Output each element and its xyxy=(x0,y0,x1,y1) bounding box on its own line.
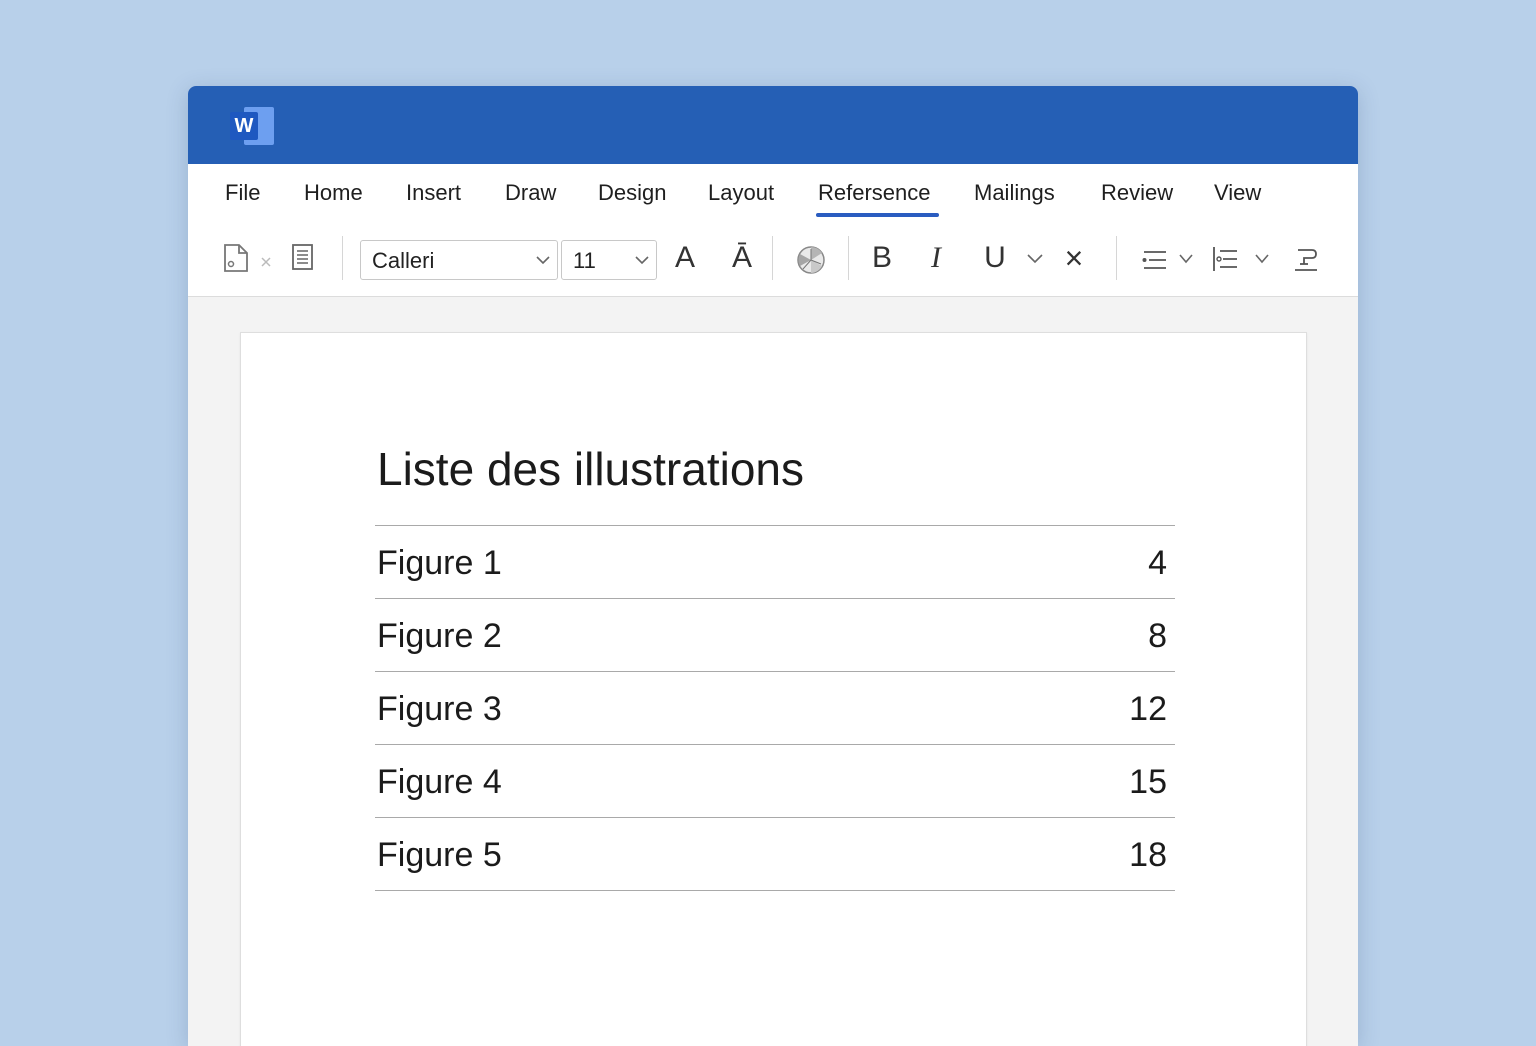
toc-entry[interactable]: Figure 5 18 xyxy=(375,818,1175,891)
toc-entry[interactable]: Figure 4 15 xyxy=(375,745,1175,818)
font-name-value: Calleri xyxy=(372,248,435,273)
close-small-icon[interactable] xyxy=(260,256,272,268)
tab-design[interactable]: Design xyxy=(598,180,666,206)
toc-entry-page: 12 xyxy=(1129,690,1167,728)
toc-entry[interactable]: Figure 2 8 xyxy=(375,599,1175,672)
underline-button[interactable]: U xyxy=(982,238,1008,278)
chevron-down-icon[interactable] xyxy=(1026,252,1044,266)
toolbar-separator xyxy=(342,236,343,280)
word-window: W File Home Insert Draw Design Layout Re… xyxy=(188,86,1358,1046)
word-logo-icon: W xyxy=(230,107,274,145)
numbered-list-icon[interactable] xyxy=(1210,244,1240,274)
tab-layout[interactable]: Layout xyxy=(708,180,774,206)
title-bar: W xyxy=(188,86,1358,164)
toc-entry-page: 15 xyxy=(1129,763,1167,801)
toolbar-separator xyxy=(1116,236,1117,280)
new-page-icon[interactable] xyxy=(221,242,251,274)
toc-entry-page: 8 xyxy=(1148,617,1167,655)
ribbon-toolbar: Calleri 11 A Ā B I U × xyxy=(188,218,1358,297)
toc-entry-page: 4 xyxy=(1148,544,1167,582)
toc-entry-page: 18 xyxy=(1129,836,1167,874)
document-title: Liste des illustrations xyxy=(377,443,804,495)
format-painter-icon[interactable] xyxy=(1292,244,1320,274)
toc-entry-label: Figure 4 xyxy=(377,763,502,801)
toc-entry-label: Figure 2 xyxy=(377,617,502,655)
shrink-font-button[interactable]: Ā xyxy=(728,238,756,278)
bullet-list-icon[interactable] xyxy=(1140,246,1170,274)
italic-button[interactable]: I xyxy=(924,238,948,278)
font-name-dropdown[interactable]: Calleri xyxy=(360,240,558,280)
tab-mailings[interactable]: Mailings xyxy=(974,180,1055,206)
tab-references[interactable]: Refersence xyxy=(816,180,938,217)
color-wheel-icon[interactable] xyxy=(795,244,827,276)
tab-home[interactable]: Home xyxy=(304,180,363,206)
document-list-icon[interactable] xyxy=(290,242,316,274)
toc-entry[interactable]: Figure 1 4 xyxy=(375,526,1175,599)
list-of-figures: Figure 1 4 Figure 2 8 Figure 3 12 Figure… xyxy=(375,525,1175,891)
tab-review[interactable]: Review xyxy=(1101,180,1173,206)
clear-formatting-button[interactable]: × xyxy=(1062,238,1086,278)
chevron-down-icon xyxy=(536,256,550,265)
toolbar-separator xyxy=(772,236,773,280)
document-page[interactable]: Liste des illustrations Figure 1 4 Figur… xyxy=(240,332,1307,1046)
toolbar-separator xyxy=(848,236,849,280)
bold-button[interactable]: B xyxy=(870,238,894,278)
tab-insert[interactable]: Insert xyxy=(406,180,461,206)
toc-entry-label: Figure 5 xyxy=(377,836,502,874)
chevron-down-icon xyxy=(635,256,649,265)
toc-entry-label: Figure 1 xyxy=(377,544,502,582)
toc-entry[interactable]: Figure 3 12 xyxy=(375,672,1175,745)
tab-draw[interactable]: Draw xyxy=(505,180,556,206)
ribbon-tabs: File Home Insert Draw Design Layout Refe… xyxy=(188,164,1358,218)
chevron-down-icon[interactable] xyxy=(1254,252,1270,266)
font-size-value: 11 xyxy=(573,248,596,273)
chevron-down-icon[interactable] xyxy=(1178,252,1194,266)
toc-entry-label: Figure 3 xyxy=(377,690,502,728)
font-size-dropdown[interactable]: 11 xyxy=(561,240,657,280)
tab-file[interactable]: File xyxy=(225,180,260,206)
tab-view[interactable]: View xyxy=(1214,180,1261,206)
grow-font-button[interactable]: A xyxy=(672,238,698,278)
